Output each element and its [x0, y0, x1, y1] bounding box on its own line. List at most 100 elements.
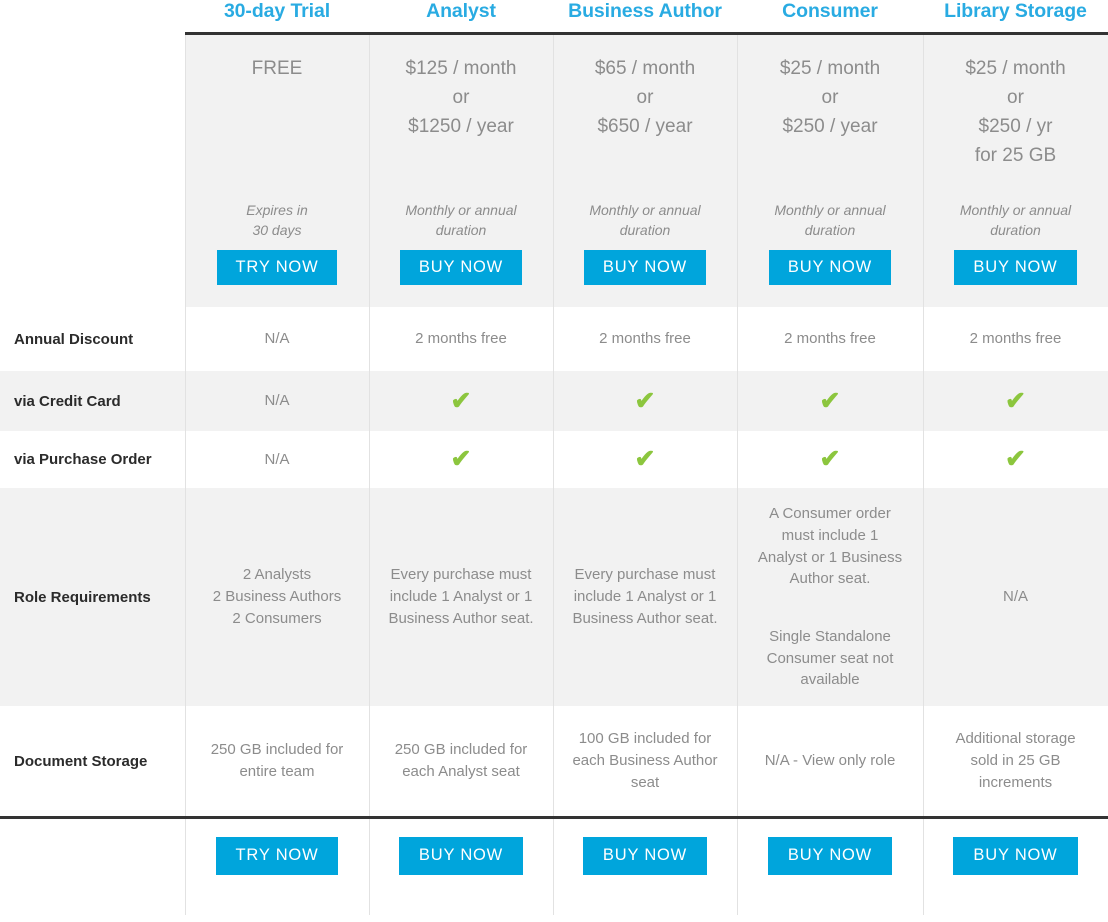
- cell-role-requirements-trial: 2 Analysts 2 Business Authors 2 Consumers: [184, 488, 370, 706]
- cell-text: N/A: [264, 330, 290, 348]
- price-cell-business-author: $65 / month or $650 / year Monthly or annu…: [552, 32, 738, 307]
- cell-annual-discount-business-author: 2 months free: [552, 307, 738, 371]
- price-amount-trial: FREE: [251, 58, 303, 79]
- cell-purchase-order-consumer: ✔: [736, 431, 924, 488]
- cell-annual-discount-library-storage: 2 months free: [922, 307, 1108, 371]
- check-icon: ✔: [634, 386, 656, 415]
- table-row: Document Storage 250 GB included for enti…: [0, 706, 1108, 818]
- footer-cell-trial: TRY NOW: [184, 816, 370, 915]
- row-label-via-credit-card: via Credit Card: [0, 371, 186, 431]
- price-amount-analyst: $125 / month or $1250 / year: [405, 58, 517, 137]
- cell-text: N/A - View only role: [764, 752, 896, 770]
- cell-text: A Consumer order must include 1 Analyst or…: [757, 505, 903, 689]
- plan-header-row: 30-day Trial Analyst Business Author Con…: [0, 0, 1108, 34]
- check-icon: ✔: [819, 386, 841, 415]
- cell-role-requirements-analyst: Every purchase must include 1 Analyst or …: [368, 488, 554, 706]
- cell-text: 2 months free: [969, 330, 1062, 348]
- buy-now-button-consumer-footer[interactable]: BUY NOW: [767, 837, 893, 875]
- price-amount-library-storage: $25 / month or $250 / yr for 25 GB: [965, 58, 1066, 166]
- table-row: via Purchase Order N/A ✔ ✔ ✔ ✔: [0, 431, 1108, 488]
- cell-purchase-order-business-author: ✔: [552, 431, 738, 488]
- cell-text: 250 GB included for each Analyst seat: [394, 741, 528, 780]
- try-now-button-trial[interactable]: TRY NOW: [216, 249, 338, 285]
- plan-header-library-storage: Library Storage: [923, 0, 1108, 34]
- price-amount-business-author: $65 / month or $650 / year: [594, 58, 696, 137]
- cell-text: Additional storage sold in 25 GB increment…: [955, 730, 1076, 791]
- price-note-analyst: Monthly or annual duration: [405, 201, 517, 238]
- row-label-document-storage: Document Storage: [0, 706, 186, 818]
- table-row: Annual Discount N/A 2 months free 2 mont…: [0, 307, 1108, 371]
- pricing-row: FREE Expires in 30 days TRY NOW $125 / mo…: [0, 32, 1108, 307]
- price-note-business-author: Monthly or annual duration: [589, 201, 701, 238]
- cell-annual-discount-consumer: 2 months free: [736, 307, 924, 371]
- cell-text: 2 months free: [599, 330, 691, 348]
- row-label-annual-discount: Annual Discount: [0, 307, 186, 371]
- price-cell-trial: FREE Expires in 30 days TRY NOW: [184, 32, 370, 307]
- cell-role-requirements-consumer: A Consumer order must include 1 Analyst or…: [736, 488, 924, 706]
- footer-cell-consumer: BUY NOW: [736, 816, 924, 915]
- cell-text: N/A: [264, 450, 290, 468]
- cell-purchase-order-analyst: ✔: [368, 431, 554, 488]
- pricing-row-label: [0, 33, 186, 307]
- price-note-consumer: Monthly or annual duration: [774, 201, 886, 238]
- footer-cell-analyst: BUY NOW: [368, 816, 554, 915]
- footer-cta-row: TRY NOW BUY NOW BUY NOW BUY NOW BUY NOW: [0, 816, 1108, 915]
- cell-text: N/A: [264, 392, 290, 410]
- table-row: via Credit Card N/A ✔ ✔ ✔ ✔: [0, 371, 1108, 431]
- price-note-trial: Expires in 30 days: [246, 201, 308, 238]
- price-note-library-storage: Monthly or annual duration: [959, 201, 1072, 238]
- row-label-role-requirements: Role Requirements: [0, 488, 186, 706]
- cell-purchase-order-library-storage: ✔: [922, 431, 1108, 488]
- cell-text: N/A: [1002, 588, 1028, 606]
- price-cell-analyst: $125 / month or $1250 / year Monthly or an…: [368, 32, 554, 307]
- plan-header-analyst: Analyst: [369, 0, 553, 34]
- check-icon: ✔: [1005, 386, 1026, 415]
- cell-annual-discount-trial: N/A: [184, 307, 370, 371]
- cell-document-storage-analyst: 250 GB included for each Analyst seat: [368, 706, 554, 818]
- plan-header-consumer: Consumer: [737, 0, 923, 34]
- cell-role-requirements-business-author: Every purchase must include 1 Analyst or …: [552, 488, 738, 706]
- buy-now-button-library-storage[interactable]: BUY NOW: [954, 249, 1077, 285]
- footer-row-label: [0, 816, 186, 915]
- cell-text: Every purchase must include 1 Analyst or …: [388, 566, 534, 627]
- cell-text: 100 GB included for each Business Author s…: [572, 730, 718, 791]
- cell-credit-card-trial: N/A: [184, 371, 370, 431]
- plan-header-business-author: Business Author: [553, 0, 737, 34]
- footer-cell-business-author: BUY NOW: [552, 816, 738, 915]
- price-cell-library-storage: $25 / month or $250 / yr for 25 GB Monthly …: [922, 32, 1108, 307]
- table-row: Role Requirements 2 Analysts 2 Business A…: [0, 488, 1108, 706]
- cell-text: 250 GB included for entire team: [210, 741, 344, 780]
- cell-text: 2 Analysts 2 Business Authors 2 Consumers: [212, 566, 342, 627]
- check-icon: ✔: [450, 445, 472, 473]
- plan-comparison-grid: 30-day Trial Analyst Business Author Con…: [0, 0, 1108, 915]
- cell-text: Every purchase must include 1 Analyst or …: [572, 566, 718, 627]
- check-icon: ✔: [634, 445, 656, 473]
- cell-purchase-order-trial: N/A: [184, 431, 370, 488]
- cell-role-requirements-library-storage: N/A: [922, 488, 1108, 706]
- pricing-comparison-table: 30-day Trial Analyst Business Author Con…: [0, 0, 1108, 922]
- cell-credit-card-library-storage: ✔: [922, 371, 1108, 431]
- cell-text: 2 months free: [784, 330, 876, 348]
- cell-text: 2 months free: [415, 330, 507, 348]
- buy-now-button-analyst-footer[interactable]: BUY NOW: [398, 837, 524, 875]
- cell-annual-discount-analyst: 2 months free: [368, 307, 554, 371]
- cell-document-storage-consumer: N/A - View only role: [736, 706, 924, 818]
- price-amount-consumer: $25 / month or $250 / year: [779, 58, 881, 137]
- buy-now-button-business-author[interactable]: BUY NOW: [583, 249, 707, 285]
- buy-now-button-consumer[interactable]: BUY NOW: [768, 249, 892, 285]
- footer-cell-library-storage: BUY NOW: [922, 816, 1108, 915]
- buy-now-button-analyst[interactable]: BUY NOW: [399, 249, 523, 285]
- cell-document-storage-library-storage: Additional storage sold in 25 GB increment…: [922, 706, 1108, 818]
- check-icon: ✔: [1005, 445, 1026, 473]
- try-now-button-trial-footer[interactable]: TRY NOW: [215, 837, 339, 875]
- check-icon: ✔: [819, 445, 841, 473]
- cell-document-storage-business-author: 100 GB included for each Business Author s…: [552, 706, 738, 818]
- header-spacer: [0, 0, 185, 34]
- plan-header-trial: 30-day Trial: [185, 0, 369, 34]
- buy-now-button-business-author-footer[interactable]: BUY NOW: [582, 837, 708, 875]
- cell-credit-card-consumer: ✔: [736, 371, 924, 431]
- cell-credit-card-analyst: ✔: [368, 371, 554, 431]
- buy-now-button-library-storage-footer[interactable]: BUY NOW: [953, 837, 1078, 875]
- row-label-via-purchase-order: via Purchase Order: [0, 431, 186, 488]
- cell-credit-card-business-author: ✔: [552, 371, 738, 431]
